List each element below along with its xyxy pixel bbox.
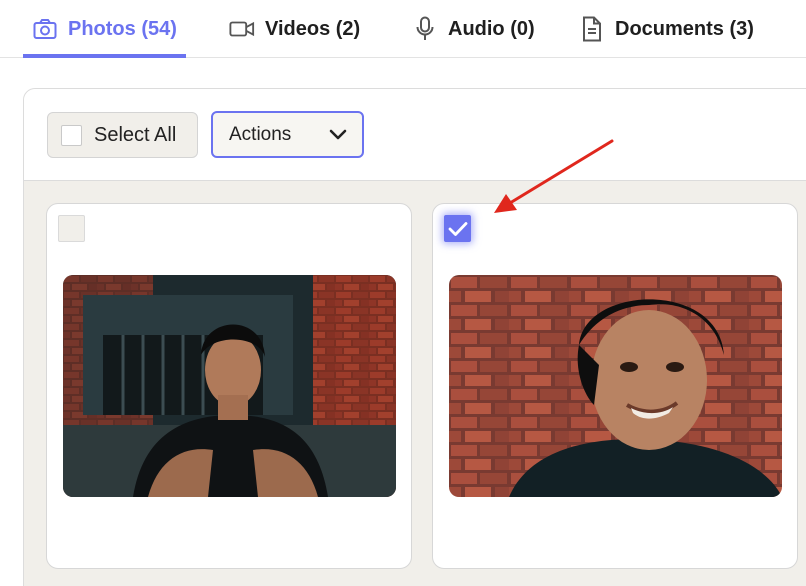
tab-photos-label: Photos (54): [68, 17, 177, 40]
tab-videos-label: Videos (2): [265, 17, 361, 40]
tab-documents-label: Documents (3): [615, 17, 754, 40]
checkmark-icon: [448, 221, 467, 236]
photo-thumbnail[interactable]: [449, 275, 782, 497]
media-panel: Select All Actions: [23, 88, 806, 586]
chevron-down-icon: [328, 126, 348, 148]
photo-thumbnail[interactable]: [63, 275, 396, 497]
actions-dropdown[interactable]: Actions: [211, 111, 364, 158]
tab-documents[interactable]: Documents (3): [579, 0, 754, 58]
photo-checkbox-checked[interactable]: [444, 215, 471, 242]
photo-card[interactable]: [46, 203, 412, 569]
camera-icon: [32, 16, 58, 42]
tab-audio[interactable]: Audio (0): [412, 0, 535, 58]
tab-photos[interactable]: Photos (54): [23, 0, 186, 58]
select-all-checkbox[interactable]: [61, 124, 82, 146]
microphone-icon: [412, 16, 438, 42]
tab-videos[interactable]: Videos (2): [229, 0, 360, 58]
photo-card[interactable]: [432, 203, 798, 569]
actions-label: Actions: [229, 123, 292, 145]
document-icon: [579, 16, 605, 42]
media-tabs: Photos (54) Videos (2) Audio (0) Documen…: [0, 0, 806, 58]
toolbar: Select All Actions: [24, 89, 806, 181]
select-all-button[interactable]: Select All: [47, 112, 198, 158]
tab-audio-label: Audio (0): [448, 17, 535, 40]
select-all-label: Select All: [94, 123, 177, 146]
video-camera-icon: [229, 16, 255, 42]
photo-checkbox[interactable]: [58, 215, 85, 242]
